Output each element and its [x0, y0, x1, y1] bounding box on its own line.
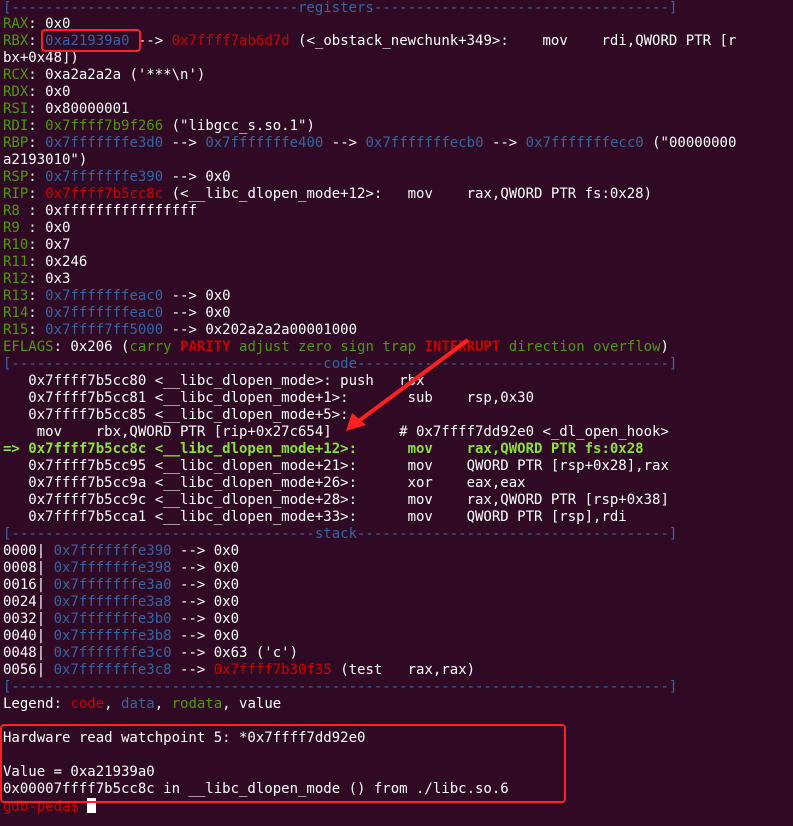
- arrow-shaft: [354, 338, 470, 425]
- annotation-arrow: [346, 338, 470, 431]
